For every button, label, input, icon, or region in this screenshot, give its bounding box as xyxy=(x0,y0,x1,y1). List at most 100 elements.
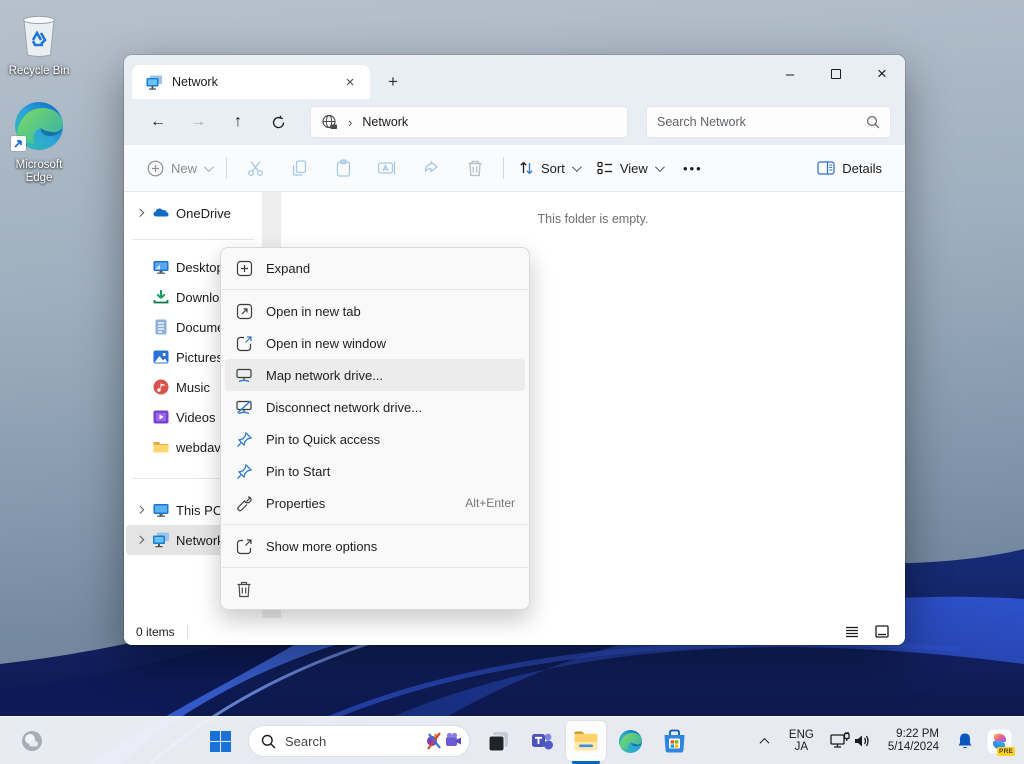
menu-item-map-network-drive[interactable]: Map network drive... xyxy=(225,359,525,391)
clock-time: 9:22 PM xyxy=(888,728,939,741)
desktop-icon-recycle-bin[interactable]: Recycle Bin xyxy=(1,10,77,78)
file-explorer-button[interactable] xyxy=(566,721,606,761)
expand-chevron-icon[interactable] xyxy=(132,502,148,518)
desktop-icon-microsoft-edge[interactable]: Microsoft Edge xyxy=(1,100,77,185)
pin-icon xyxy=(235,462,253,480)
task-view-button[interactable] xyxy=(478,721,518,761)
system-tray[interactable] xyxy=(825,731,877,751)
explorer-search-input[interactable] xyxy=(657,115,866,129)
menu-item-properties[interactable]: Properties Alt+Enter xyxy=(225,487,525,519)
sidebar-item-label: Desktop xyxy=(176,260,224,275)
task-view-icon xyxy=(487,730,510,753)
menu-separator xyxy=(222,289,528,290)
up-button[interactable]: ↑ xyxy=(218,105,258,139)
onedrive-icon xyxy=(152,204,170,222)
taskbar-search[interactable]: Search xyxy=(248,725,470,757)
menu-item-delete[interactable] xyxy=(225,573,525,605)
view-button-label: View xyxy=(620,161,648,176)
share-button[interactable] xyxy=(409,151,453,185)
back-button[interactable]: ← xyxy=(138,105,178,139)
tab-bar: Network × + – × xyxy=(124,55,905,99)
pin-icon xyxy=(235,430,253,448)
tray-expand-button[interactable] xyxy=(752,721,778,761)
tab-network[interactable]: Network × xyxy=(132,65,370,99)
search-icon xyxy=(261,734,276,749)
widgets-button[interactable] xyxy=(12,721,52,761)
view-icon xyxy=(597,161,613,175)
edge-button[interactable] xyxy=(610,721,650,761)
teams-button[interactable] xyxy=(522,721,562,761)
maximize-icon xyxy=(831,69,841,79)
breadcrumb[interactable]: › Network xyxy=(310,106,628,138)
sidebar-item-onedrive[interactable]: OneDrive xyxy=(126,198,260,228)
chevron-down-icon xyxy=(572,162,582,172)
expand-chevron-icon[interactable] xyxy=(132,205,148,221)
sort-button[interactable]: Sort xyxy=(510,151,588,185)
large-icons-view-button[interactable] xyxy=(871,622,893,642)
details-button-label: Details xyxy=(842,161,882,176)
new-button[interactable]: New xyxy=(138,151,220,185)
file-explorer-icon xyxy=(573,729,599,753)
tab-close-button[interactable]: × xyxy=(340,72,360,92)
details-button[interactable]: Details xyxy=(808,151,891,185)
chevron-down-icon xyxy=(204,162,214,172)
refresh-button[interactable] xyxy=(258,105,298,139)
address-bar: ← → ↑ › Network xyxy=(124,99,905,145)
map-network-drive-icon xyxy=(235,366,253,384)
new-button-label: New xyxy=(171,161,197,176)
explorer-search[interactable] xyxy=(646,106,891,138)
sidebar-item-label: webdav xyxy=(176,440,221,455)
edge-icon xyxy=(13,100,65,152)
sidebar-item-label: Music xyxy=(176,380,210,395)
copilot-button[interactable]: PRE xyxy=(984,721,1014,761)
see-more-button[interactable]: ••• xyxy=(671,151,715,185)
menu-item-disconnect-network-drive[interactable]: Disconnect network drive... xyxy=(225,391,525,423)
view-button[interactable]: View xyxy=(588,151,671,185)
cut-button[interactable] xyxy=(233,151,277,185)
music-icon xyxy=(152,378,170,396)
open-new-window-icon xyxy=(235,334,253,352)
desktop-icon-label: Recycle Bin xyxy=(1,65,77,78)
close-button[interactable]: × xyxy=(859,55,905,93)
menu-separator xyxy=(222,524,528,525)
menu-item-open-in-new-window[interactable]: Open in new window xyxy=(225,327,525,359)
menu-item-pin-to-start[interactable]: Pin to Start xyxy=(225,455,525,487)
menu-item-pin-to-quick-access[interactable]: Pin to Quick access xyxy=(225,423,525,455)
menu-item-expand[interactable]: Expand xyxy=(225,252,525,284)
show-more-icon xyxy=(235,537,253,555)
sidebar-item-label: Network xyxy=(176,533,224,548)
microsoft-store-button[interactable] xyxy=(654,721,694,761)
language-indicator[interactable]: ENG JA xyxy=(782,729,821,754)
details-view-button[interactable] xyxy=(841,622,863,642)
menu-separator xyxy=(222,567,528,568)
breadcrumb-chevron: › xyxy=(348,115,352,130)
notifications-button[interactable] xyxy=(950,721,980,761)
language-top: ENG xyxy=(789,729,814,742)
details-pane-icon xyxy=(817,161,835,175)
view-toggles xyxy=(841,622,893,642)
network-tab-icon xyxy=(146,75,163,90)
recycle-bin-icon xyxy=(16,10,62,58)
taskbar-search-placeholder: Search xyxy=(285,734,425,749)
search-icon xyxy=(866,115,880,129)
windows-logo-icon xyxy=(209,730,232,753)
desktop-icon-label: Microsoft Edge xyxy=(1,159,77,185)
network-icon xyxy=(152,531,170,549)
language-bottom: JA xyxy=(789,741,814,754)
expand-chevron-icon[interactable] xyxy=(132,532,148,548)
maximize-button[interactable] xyxy=(813,55,859,93)
copy-button[interactable] xyxy=(277,151,321,185)
clock[interactable]: 9:22 PM 5/14/2024 xyxy=(881,728,946,754)
delete-button[interactable] xyxy=(453,151,497,185)
start-button[interactable] xyxy=(200,721,240,761)
volume-icon xyxy=(853,732,873,750)
paste-button[interactable] xyxy=(321,151,365,185)
breadcrumb-item-network[interactable]: Network xyxy=(362,115,408,129)
minimize-button[interactable]: – xyxy=(767,55,813,93)
forward-button[interactable]: → xyxy=(178,105,218,139)
rename-button[interactable] xyxy=(365,151,409,185)
menu-item-show-more-options[interactable]: Show more options xyxy=(225,530,525,562)
new-tab-button[interactable]: + xyxy=(378,67,408,97)
trash-icon xyxy=(235,580,253,598)
menu-item-open-in-new-tab[interactable]: Open in new tab xyxy=(225,295,525,327)
